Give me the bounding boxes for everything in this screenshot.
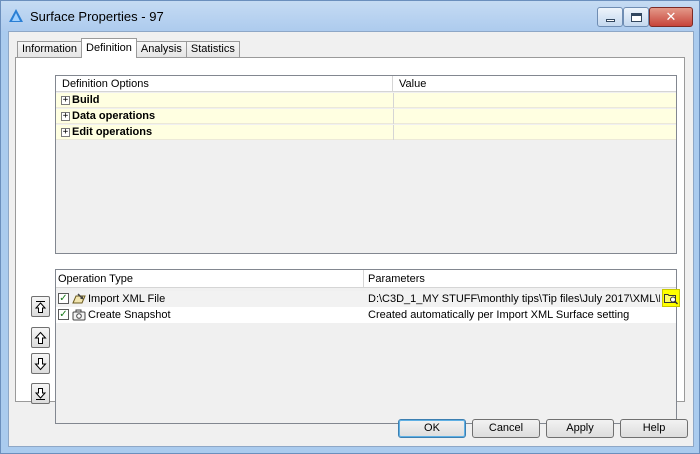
folder-search-icon xyxy=(664,294,679,305)
dialog-client-area: Information Definition Analysis Statisti… xyxy=(8,31,694,447)
operations-grid: Operation Type Parameters ✓ Import XML F… xyxy=(55,269,680,424)
column-header-parameters[interactable]: Parameters xyxy=(364,270,676,288)
option-label: Edit operations xyxy=(72,126,153,138)
arrow-down-icon xyxy=(34,357,47,370)
tab-definition[interactable]: Definition xyxy=(81,38,137,58)
minimize-button[interactable] xyxy=(597,7,623,27)
operation-type-label: Create Snapshot xyxy=(88,309,171,321)
column-header-definition-options[interactable]: Definition Options xyxy=(56,76,393,92)
option-row-build[interactable]: + Build xyxy=(56,93,676,108)
definition-tab-panel: Definition Options Value + Build + Data … xyxy=(15,57,685,424)
arrow-up-icon xyxy=(34,331,47,344)
operation-enabled-checkbox[interactable]: ✓ xyxy=(58,309,69,320)
tab-information[interactable]: Information xyxy=(17,41,83,58)
close-button[interactable]: ✕ xyxy=(649,7,693,27)
move-down-button[interactable] xyxy=(31,353,50,374)
expand-icon[interactable]: + xyxy=(61,112,70,121)
apply-button[interactable]: Apply xyxy=(546,419,614,438)
column-divider xyxy=(393,125,394,140)
window-title: Surface Properties - 97 xyxy=(30,9,164,24)
move-to-bottom-button[interactable] xyxy=(31,383,50,404)
tab-statistics[interactable]: Statistics xyxy=(185,41,240,58)
surface-properties-window: Surface Properties - 97 ✕ Information De… xyxy=(0,0,700,454)
operation-row-import-xml[interactable]: ✓ Import XML File D:\C3D_1_MY STUFF\mont… xyxy=(56,289,680,307)
operation-parameters: Created automatically per Import XML Sur… xyxy=(368,309,630,321)
option-row-data-operations[interactable]: + Data operations xyxy=(56,109,676,124)
tab-analysis[interactable]: Analysis xyxy=(135,41,187,58)
option-label: Build xyxy=(72,94,100,106)
move-to-top-button[interactable] xyxy=(31,296,50,317)
operation-row-create-snapshot[interactable]: ✓ Create Snapshot Created automatically … xyxy=(56,307,676,323)
column-divider xyxy=(393,93,394,108)
column-divider xyxy=(393,109,394,124)
operation-enabled-checkbox[interactable]: ✓ xyxy=(58,293,69,304)
definition-options-header: Definition Options Value xyxy=(56,76,676,92)
minimize-icon xyxy=(605,18,615,22)
import-xml-icon xyxy=(72,293,86,304)
expand-icon[interactable]: + xyxy=(61,128,70,137)
move-to-bottom-icon xyxy=(34,387,47,400)
help-button[interactable]: Help xyxy=(620,419,688,438)
operations-header: Operation Type Parameters xyxy=(56,270,676,288)
maximize-icon xyxy=(630,12,642,22)
browse-file-button[interactable] xyxy=(662,289,680,307)
tab-strip: Information Definition Analysis Statisti… xyxy=(17,38,240,58)
column-header-value[interactable]: Value xyxy=(393,76,676,92)
expand-icon[interactable]: + xyxy=(61,96,70,105)
option-row-edit-operations[interactable]: + Edit operations xyxy=(56,125,676,140)
maximize-button[interactable] xyxy=(623,7,649,27)
close-icon: ✕ xyxy=(665,9,677,25)
ok-button[interactable]: OK xyxy=(398,419,466,438)
definition-options-grid: Definition Options Value + Build + Data … xyxy=(55,75,677,254)
option-label: Data operations xyxy=(72,110,156,122)
move-to-top-icon xyxy=(34,300,47,313)
column-header-operation-type[interactable]: Operation Type xyxy=(56,270,364,288)
move-up-button[interactable] xyxy=(31,327,50,348)
civil3d-app-icon xyxy=(9,9,23,22)
operation-type-label: Import XML File xyxy=(88,293,166,305)
title-bar[interactable]: Surface Properties - 97 ✕ xyxy=(1,1,699,31)
camera-icon xyxy=(72,309,86,321)
cancel-button[interactable]: Cancel xyxy=(472,419,540,438)
operation-parameters: D:\C3D_1_MY STUFF\monthly tips\Tip files… xyxy=(368,293,660,305)
